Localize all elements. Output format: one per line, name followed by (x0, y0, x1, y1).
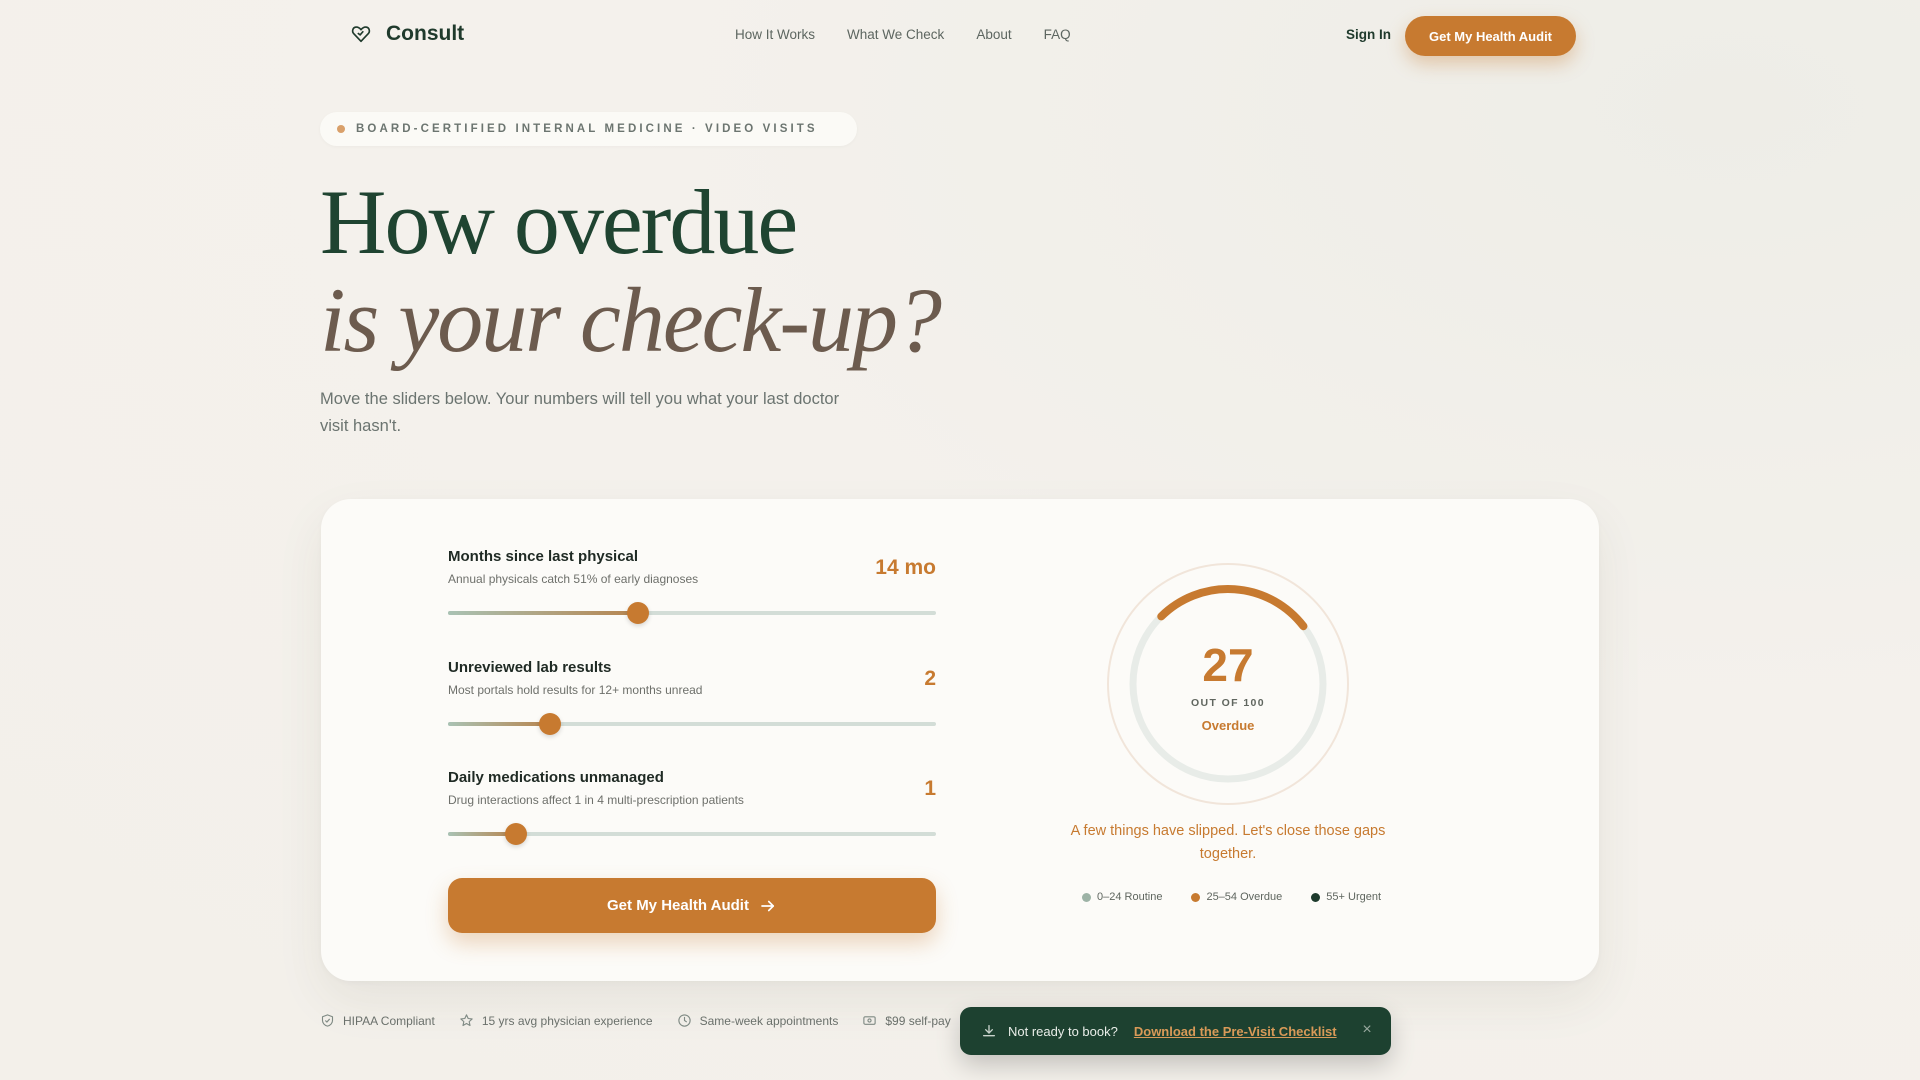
slider-unreviewed-labs: Unreviewed lab results Most portals hold… (448, 659, 936, 735)
checklist-toast: Not ready to book? Download the Pre-Visi… (960, 1007, 1391, 1055)
trust-item-appointments: Same-week appointments (677, 1013, 839, 1028)
shield-check-icon (321, 1014, 334, 1027)
nav-links: How It Works What We Check About FAQ (735, 27, 1071, 42)
legend-label: 55+ Urgent (1326, 891, 1382, 903)
toast-text: Not ready to book? (1008, 1023, 1118, 1039)
headline-line-1: How overdue (320, 171, 798, 273)
score-gauge: 27 OUT OF 100 Overdue (1106, 562, 1350, 806)
legend-dot (1082, 892, 1091, 902)
arrow-right-icon (761, 900, 775, 911)
slider-track[interactable] (448, 823, 936, 845)
slider-title: Daily medications unmanaged (448, 769, 664, 786)
slider-description: Drug interactions affect 1 in 4 multi-pr… (448, 793, 744, 807)
slider-thumb[interactable] (505, 823, 528, 845)
slider-description: Annual physicals catch 51% of early diag… (448, 572, 699, 586)
badge-dot (337, 125, 345, 133)
legend-label: 0–24 Routine (1097, 891, 1163, 903)
trust-row: HIPAA Compliant 15 yrs avg physician exp… (320, 1013, 951, 1028)
legend-item-urgent: 55+ Urgent (1311, 891, 1381, 903)
slider-title: Months since last physical (448, 548, 639, 565)
score-value: 27 (1202, 639, 1254, 691)
headline-line-2: is your check-up? (320, 269, 942, 371)
slider-months-since-physical: Months since last physical Annual physic… (448, 548, 936, 624)
score-out-of: OUT OF 100 (1190, 697, 1266, 709)
legend-dot (1311, 892, 1321, 902)
slider-track[interactable] (448, 602, 936, 624)
slider-fill (448, 722, 551, 726)
get-health-audit-button[interactable]: Get My Health Audit (448, 878, 936, 933)
slider-track[interactable] (448, 713, 936, 735)
slider-description: Most portals hold results for 12+ months… (448, 683, 703, 697)
cash-icon (863, 1016, 877, 1025)
calculator-card: Months since last physical Annual physic… (321, 499, 1599, 981)
nav-link-about[interactable]: About (976, 27, 1011, 42)
legend-dot (1191, 892, 1201, 902)
slider-value: 1 (924, 777, 936, 800)
slider-fill (448, 611, 639, 615)
nav-link-faq[interactable]: FAQ (1044, 27, 1071, 42)
slider-value: 2 (924, 667, 936, 690)
slider-unmanaged-medications: Daily medications unmanaged Drug interac… (448, 769, 936, 845)
download-icon (983, 1025, 995, 1037)
heart-logo-icon (351, 26, 371, 43)
slider-thumb[interactable] (627, 602, 650, 624)
score-legend: 0–24 Routine 25–54 Overdue 55+ Urgent (1082, 891, 1381, 903)
trust-label: $99 self-pay (885, 1013, 951, 1028)
trust-item-experience: 15 yrs avg physician experience (459, 1013, 653, 1028)
close-icon[interactable]: × (1358, 1021, 1376, 1039)
trust-item-pricing: $99 self-pay (862, 1013, 951, 1028)
credential-badge: BOARD-CERTIFIED INTERNAL MEDICINE · VIDE… (320, 112, 857, 146)
brand-name: Consult (386, 22, 465, 45)
slider-title: Unreviewed lab results (448, 659, 612, 676)
legend-item-routine: 0–24 Routine (1082, 891, 1162, 903)
legend-item-overdue: 25–54 Overdue (1191, 891, 1282, 903)
nav-link-what-we-check[interactable]: What We Check (847, 27, 944, 42)
cta-label: Get My Health Audit (607, 897, 749, 914)
slider-value: 14 mo (875, 556, 936, 579)
badge-text: BOARD-CERTIFIED INTERNAL MEDICINE · VIDE… (356, 123, 818, 135)
trust-label: Same-week appointments (699, 1013, 839, 1028)
download-checklist-link[interactable]: Download the Pre-Visit Checklist (1134, 1024, 1337, 1039)
trust-item-hipaa: HIPAA Compliant (320, 1013, 435, 1028)
trust-label: HIPAA Compliant (343, 1013, 435, 1028)
clock-icon (677, 1014, 691, 1027)
gauge-progress-arc (1157, 585, 1308, 631)
star-icon (460, 1014, 473, 1027)
hero-subtitle: Move the sliders below. Your numbers wil… (320, 390, 840, 435)
top-nav: Consult How It Works What We Check About… (0, 0, 1920, 72)
brand[interactable]: Consult (350, 22, 464, 46)
score-message: A few things have slipped. Let's close t… (1070, 823, 1386, 862)
slider-thumb[interactable] (539, 713, 562, 735)
legend-label: 25–54 Overdue (1206, 891, 1283, 903)
nav-link-how-it-works[interactable]: How It Works (735, 27, 815, 42)
trust-label: 15 yrs avg physician experience (481, 1013, 653, 1028)
sign-in-link[interactable]: Sign In (1346, 27, 1391, 42)
nav-audit-button[interactable]: Get My Health Audit (1405, 16, 1576, 56)
score-status: Overdue (1201, 718, 1255, 733)
